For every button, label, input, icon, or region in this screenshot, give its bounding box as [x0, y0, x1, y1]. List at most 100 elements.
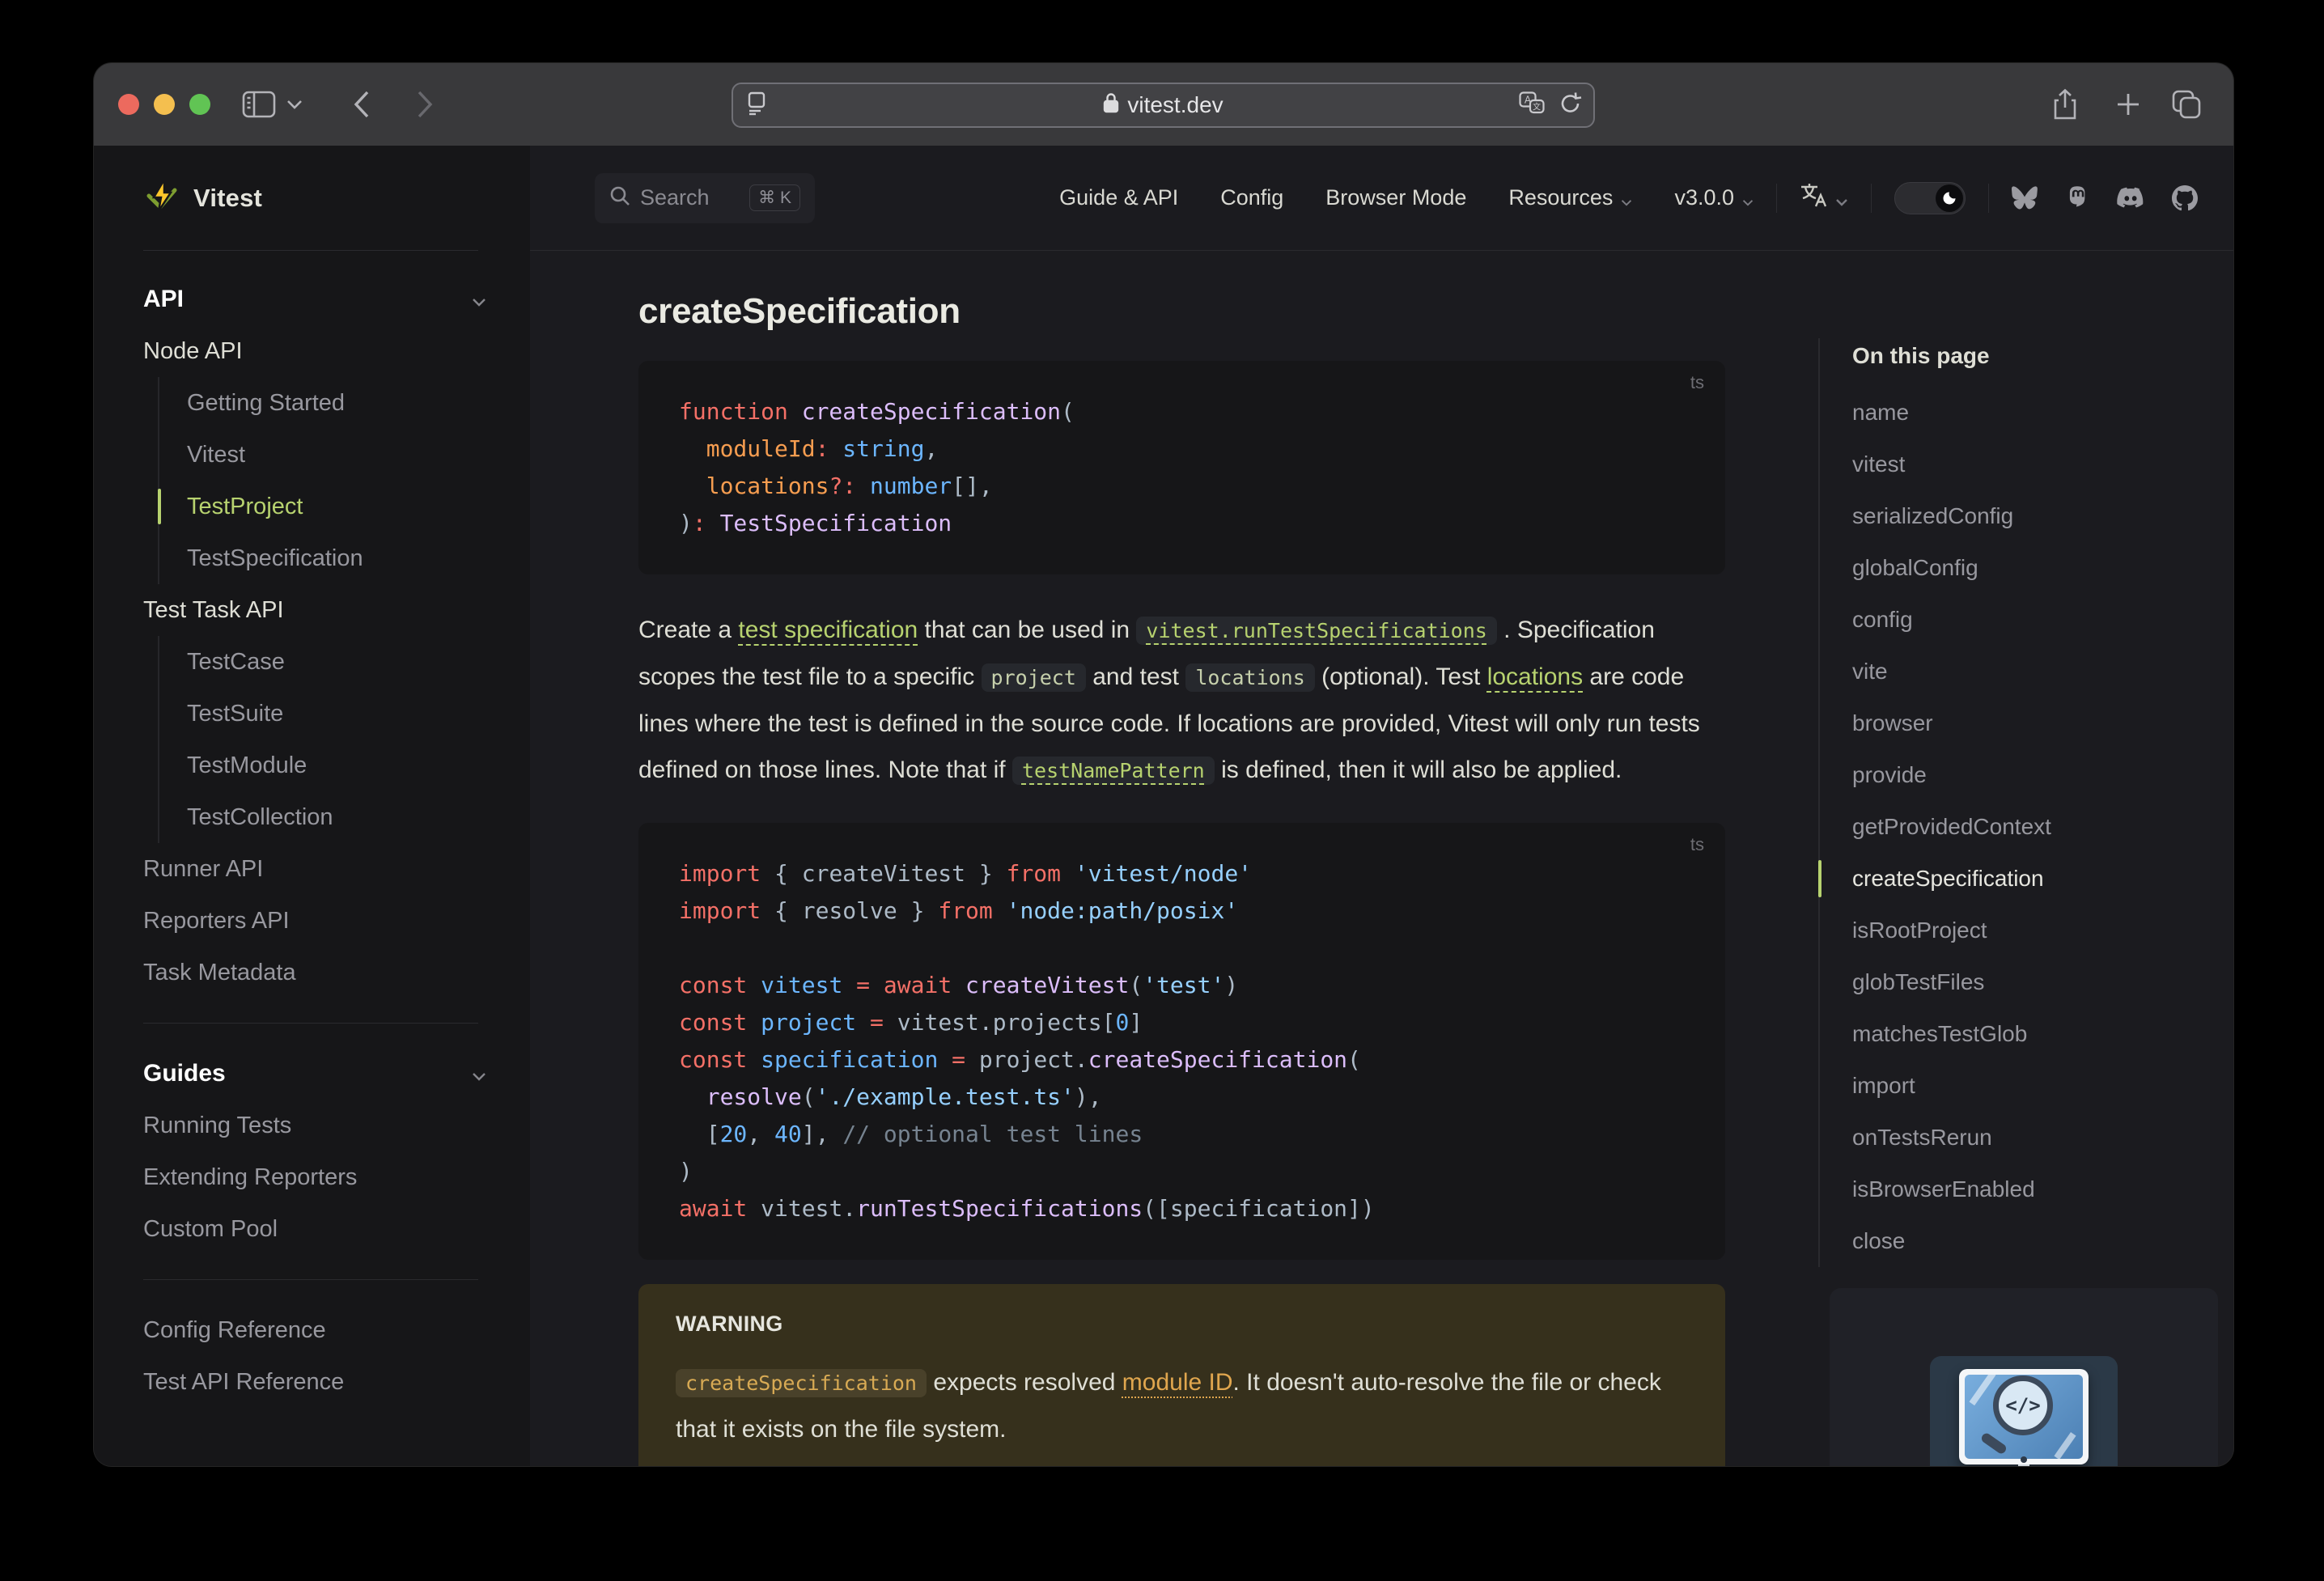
chevron-down-icon	[472, 1060, 486, 1087]
moon-icon	[1936, 184, 1963, 212]
sidebar-toggle-icon[interactable]	[242, 63, 276, 146]
forward-icon[interactable]	[416, 63, 434, 146]
minimize-window-button[interactable]	[154, 94, 175, 115]
sidebar-item-label: Runner API	[143, 855, 264, 882]
search-icon	[609, 185, 630, 210]
sidebar-item-test-api-reference[interactable]: Test API Reference	[94, 1356, 530, 1408]
nav-link-guide-api[interactable]: Guide & API	[1059, 185, 1178, 210]
language-menu[interactable]	[1800, 182, 1848, 214]
sponsor-card[interactable]: </>	[1830, 1288, 2218, 1466]
code-lang-badge: ts	[1690, 372, 1704, 392]
discord-icon[interactable]	[2117, 187, 2144, 210]
site-logo[interactable]: Vitest	[94, 146, 530, 251]
sidebar-item-reporters-api[interactable]: Reporters API	[94, 895, 530, 947]
outline-item-import[interactable]: import	[1852, 1060, 2223, 1112]
sidebar-item-testmodule[interactable]: TestModule	[172, 740, 530, 791]
docs-sidebar: Vitest API Node API Getting Started Vitest T…	[94, 146, 530, 1466]
sidebar-item-task-metadata[interactable]: Task Metadata	[94, 947, 530, 998]
nav-link-v3-0-0[interactable]: v3.0.0	[1674, 184, 1754, 212]
zoom-window-button[interactable]	[189, 94, 210, 115]
code-line: resolve('./example.test.ts'),	[706, 1083, 1102, 1110]
sidebar-divider	[143, 1023, 478, 1024]
outline-item-close[interactable]: close	[1852, 1215, 2223, 1267]
nav-link-resources[interactable]: Resources	[1508, 184, 1632, 212]
sidebar-item-getting-started[interactable]: Getting Started	[172, 377, 530, 429]
traffic-lights	[118, 94, 210, 115]
tabs-overview-icon[interactable]	[2170, 63, 2203, 146]
url-text[interactable]: vitest.dev	[1127, 92, 1223, 118]
outline-item-config[interactable]: config	[1852, 594, 2223, 646]
nav-link-browser-mode[interactable]: Browser Mode	[1325, 185, 1466, 210]
sidebar-item-label: Config Reference	[143, 1316, 326, 1343]
outline-item-vitest[interactable]: vitest	[1852, 439, 2223, 490]
outline-item-vite[interactable]: vite	[1852, 646, 2223, 697]
bluesky-icon[interactable]	[2012, 185, 2038, 210]
inline-code-link[interactable]: testNamePattern	[1011, 757, 1215, 785]
code-line: import { createVitest } from 'vitest/nod…	[679, 860, 1253, 887]
sidebar-item-testsuite[interactable]: TestSuite	[172, 688, 530, 740]
share-icon[interactable]	[2052, 63, 2078, 146]
mastodon-icon[interactable]	[2065, 185, 2089, 211]
sidebar-item-extending-reporters[interactable]: Extending Reporters	[94, 1151, 530, 1203]
sidebar-subgroup: TestCase TestSuite TestModule TestCollectio…	[158, 636, 530, 843]
sidebar-item-vitest[interactable]: Vitest	[172, 429, 530, 481]
browser-toolbar: vitest.dev A 文	[94, 63, 2233, 146]
sidebar-item-testproject[interactable]: TestProject	[158, 481, 530, 532]
lock-icon	[1103, 92, 1119, 119]
browser-window: vitest.dev A 文 Vitest API Node API Getti…	[94, 63, 2233, 1466]
inline-code-link[interactable]: vitest.runTestSpecifications	[1136, 617, 1497, 645]
outline-item-isrootproject[interactable]: isRootProject	[1852, 905, 2223, 956]
close-window-button[interactable]	[118, 94, 139, 115]
code-search-monitor-illustration: </>	[1930, 1356, 2118, 1466]
theme-toggle[interactable]	[1894, 181, 1966, 214]
sidebar-item-guides[interactable]: Guides	[94, 1048, 530, 1100]
new-tab-icon[interactable]	[2115, 63, 2141, 146]
sidebar-item-testcollection[interactable]: TestCollection	[172, 791, 530, 843]
outline-item-globalconfig[interactable]: globalConfig	[1852, 542, 2223, 594]
reload-icon[interactable]	[1559, 91, 1582, 120]
sidebar-item-test-task-api[interactable]: Test Task API	[94, 584, 530, 636]
outline-item-isbrowserenabled[interactable]: isBrowserEnabled	[1852, 1163, 2223, 1215]
outline-item-getprovidedcontext[interactable]: getProvidedContext	[1852, 801, 2223, 853]
nav-divider	[1776, 183, 1777, 213]
sidebar-item-api[interactable]: API	[94, 273, 530, 325]
sidebar-item-custom-pool[interactable]: Custom Pool	[94, 1203, 530, 1255]
outline-item-provide[interactable]: provide	[1852, 749, 2223, 801]
toolbar-chevron-down-icon[interactable]	[286, 63, 303, 146]
outline-item-name[interactable]: name	[1852, 387, 2223, 439]
outline-item-ontestsrerun[interactable]: onTestsRerun	[1852, 1112, 2223, 1163]
nav-link-label: Guide & API	[1059, 185, 1179, 210]
sidebar-item-testcase[interactable]: TestCase	[172, 636, 530, 688]
sidebar-item-running-tests[interactable]: Running Tests	[94, 1100, 530, 1151]
sidebar-item-runner-api[interactable]: Runner API	[94, 843, 530, 895]
inline-code: project	[981, 663, 1086, 692]
nav-link-label: Browser Mode	[1325, 185, 1467, 210]
back-icon[interactable]	[353, 63, 371, 146]
address-bar[interactable]: vitest.dev A 文	[732, 83, 1595, 128]
code-line: function createSpecification(	[679, 398, 1075, 425]
doc-link[interactable]: module ID	[1122, 1369, 1233, 1396]
reader-icon[interactable]	[746, 91, 767, 120]
nav-divider	[1988, 183, 1989, 213]
svg-text:文: 文	[1533, 101, 1541, 112]
sidebar-item-testspecification[interactable]: TestSpecification	[172, 532, 530, 584]
github-icon[interactable]	[2172, 184, 2198, 211]
sidebar-item-label: Test API Reference	[143, 1368, 345, 1395]
outline-item-serializedconfig[interactable]: serializedConfig	[1852, 490, 2223, 542]
doc-link[interactable]: test specification	[738, 617, 918, 643]
outline-item-globtestfiles[interactable]: globTestFiles	[1852, 956, 2223, 1008]
translate-icon[interactable]: A 文	[1519, 91, 1545, 120]
site-title: Vitest	[193, 184, 263, 212]
sidebar-item-label: API	[143, 286, 184, 312]
outline-title: On this page	[1852, 343, 1990, 368]
search-button[interactable]: Search ⌘ K	[595, 172, 815, 223]
nav-link-label: v3.0.0	[1674, 185, 1734, 210]
sidebar-item-config-reference[interactable]: Config Reference	[94, 1304, 530, 1356]
sidebar-item-node-api[interactable]: Node API	[94, 325, 530, 377]
outline-item-createspecification[interactable]: createSpecification	[1818, 853, 2223, 905]
doc-link[interactable]: locations	[1487, 663, 1583, 690]
vitest-bolt-logo-icon	[143, 175, 180, 219]
outline-item-browser[interactable]: browser	[1852, 697, 2223, 749]
outline-item-matchestestglob[interactable]: matchesTestGlob	[1852, 1008, 2223, 1060]
nav-link-config[interactable]: Config	[1220, 185, 1283, 210]
